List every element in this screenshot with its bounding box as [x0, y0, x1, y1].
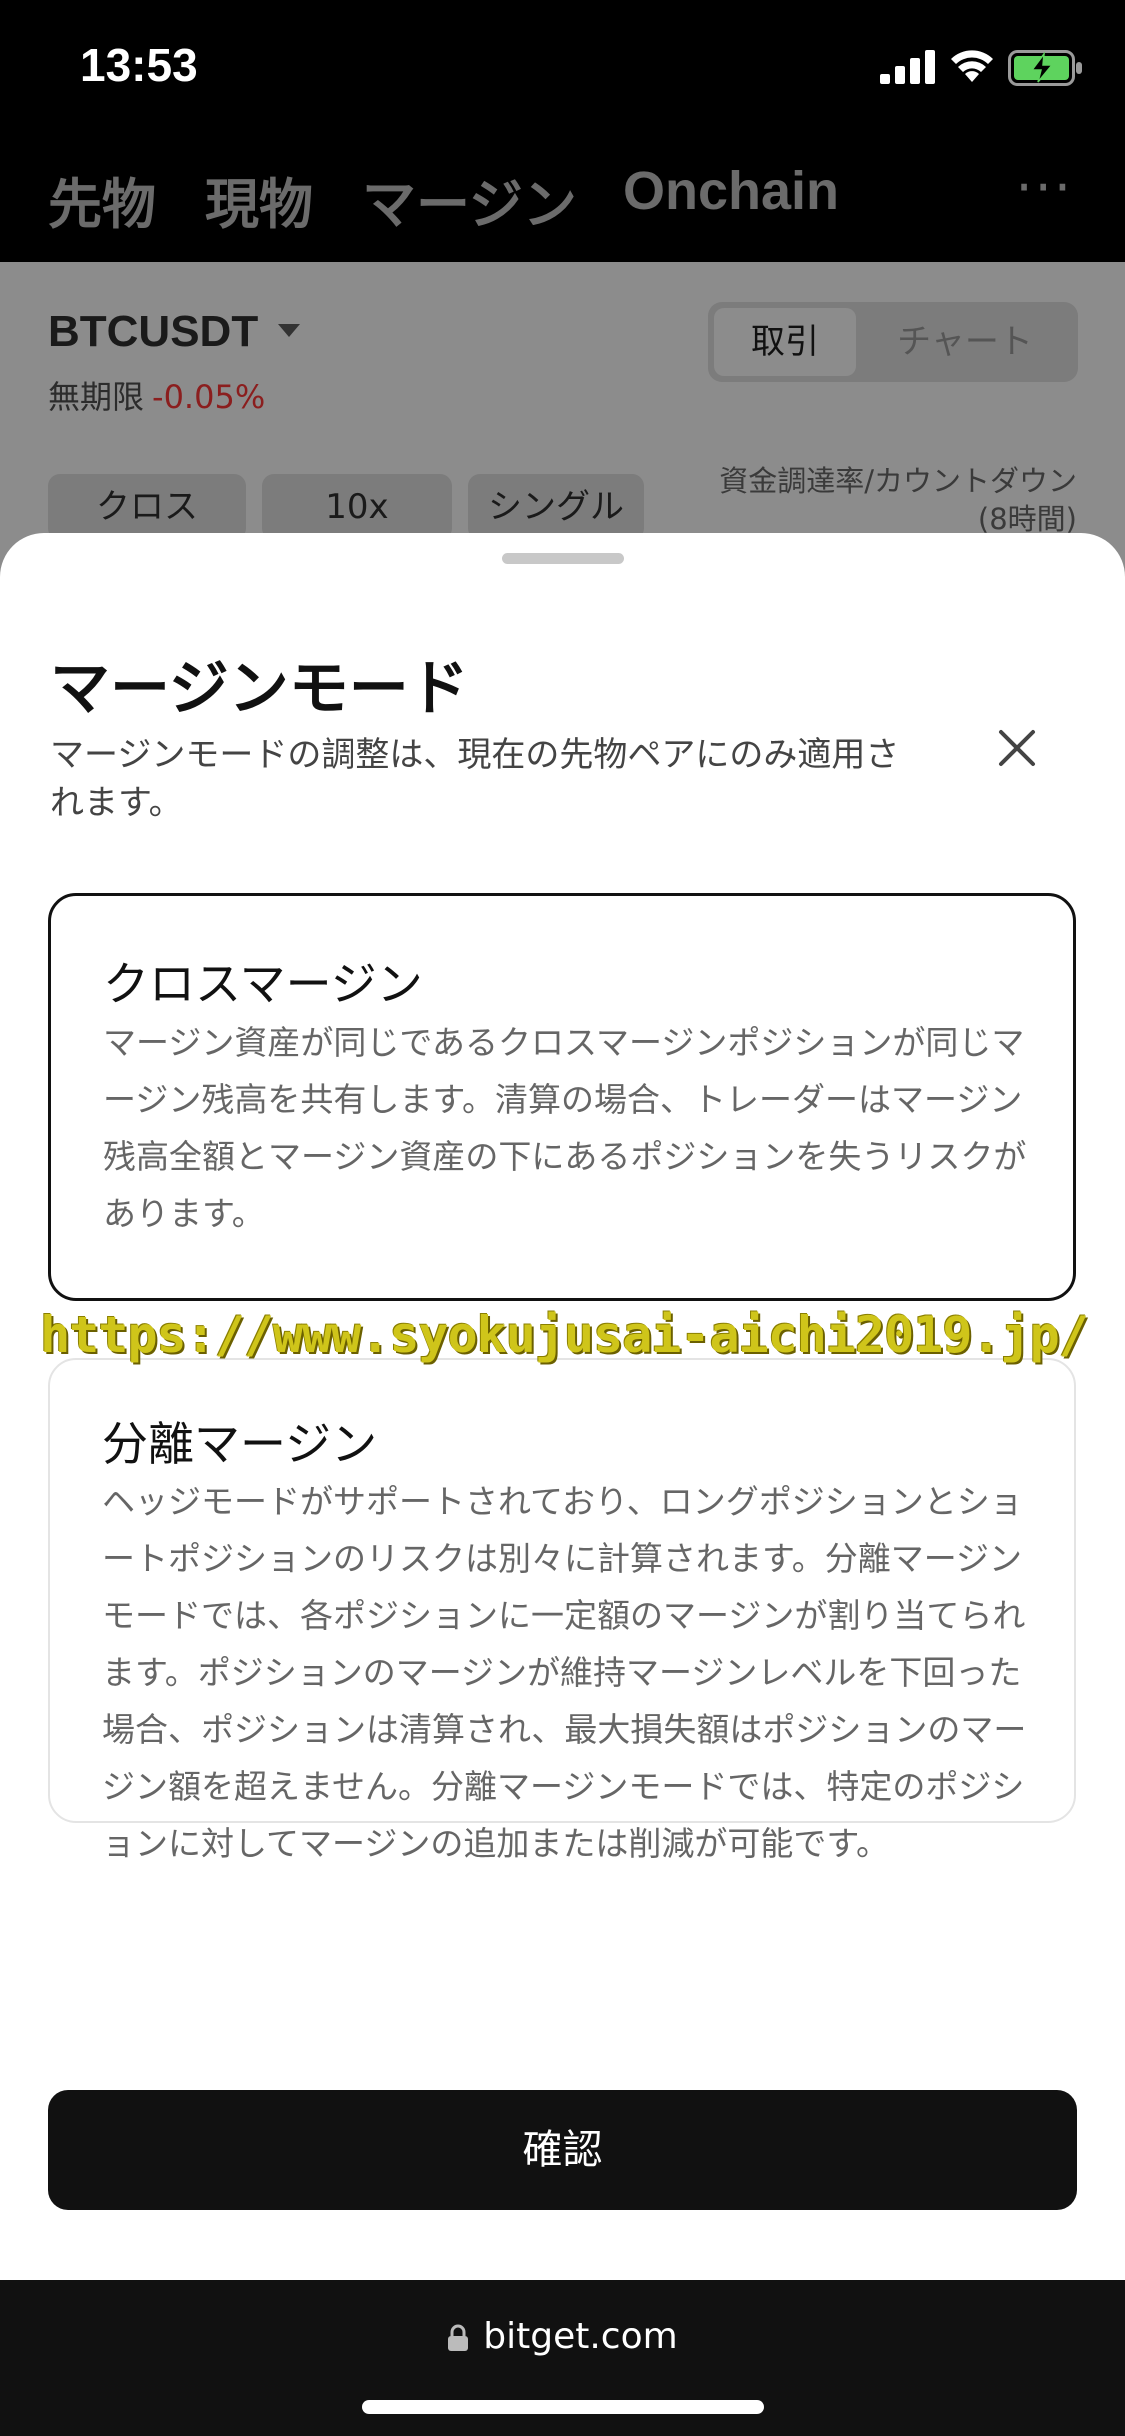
- watermark-url: https://www.syokujusai-aichi2019.jp/: [40, 1306, 1089, 1364]
- option-description: マージン資産が同じであるクロスマージンポジションが同じマージン残高を共有します。…: [103, 1023, 1027, 1233]
- url-text: bitget.com: [483, 2316, 678, 2357]
- tab-futures[interactable]: 先物: [48, 160, 156, 239]
- wifi-icon: [951, 50, 993, 82]
- pair-symbol[interactable]: BTCUSDT: [48, 307, 258, 357]
- cellular-signal-icon: [880, 50, 935, 84]
- option-title: クロスマージン: [103, 957, 423, 1011]
- tab-trade[interactable]: 取引: [714, 308, 856, 376]
- more-icon[interactable]: ···: [1016, 156, 1074, 219]
- tab-onchain[interactable]: Onchain: [623, 160, 839, 222]
- leverage-pill[interactable]: 10x: [262, 474, 452, 540]
- status-time: 13:53: [80, 39, 198, 91]
- position-mode-pill[interactable]: シングル: [468, 474, 644, 540]
- margin-mode-sheet: マージンモード マージンモードの調整は、現在の先物ペアにのみ適用されます。 クロ…: [0, 533, 1125, 2280]
- tab-spot[interactable]: 現物: [205, 160, 313, 239]
- isolated-margin-option[interactable]: 分離マージン ヘッジモードがサポートされており、ロングポジションとショートポジシ…: [48, 1358, 1076, 1863]
- option-description: ヘッジモードがサポートされており、ロングポジションとショートポジションのリスクは…: [102, 1482, 1027, 1863]
- funding-rate: 資金調達率/カウントダウン (8時間): [719, 462, 1077, 538]
- url-display[interactable]: bitget.com: [0, 2316, 1125, 2357]
- tab-chart[interactable]: チャート: [858, 302, 1072, 382]
- browser-url-bar: bitget.com: [0, 2280, 1125, 2436]
- perpetual-info: 無期限 -0.05%: [48, 372, 265, 418]
- view-toggle: 取引 チャート: [708, 302, 1078, 382]
- tab-margin[interactable]: マージン: [362, 160, 577, 239]
- status-bar: 13:53: [0, 0, 1125, 130]
- caret-down-icon[interactable]: [278, 324, 300, 337]
- market-tabs: 先物 現物 マージン Onchain ···: [0, 130, 1125, 262]
- sheet-subtitle: マージンモードの調整は、現在の先物ペアにのみ適用されます。: [50, 735, 900, 823]
- home-indicator[interactable]: [362, 2400, 764, 2414]
- funding-label: 資金調達率/カウントダウン: [719, 464, 1077, 498]
- price-change: -0.05%: [152, 378, 266, 416]
- margin-mode-pill[interactable]: クロス: [48, 474, 246, 540]
- close-icon[interactable]: [992, 723, 1042, 773]
- perpetual-label: 無期限: [48, 378, 145, 416]
- cross-margin-option[interactable]: クロスマージン マージン資産が同じであるクロスマージンポジションが同じマージン残…: [48, 893, 1076, 1301]
- option-title: 分離マージン: [102, 1417, 378, 1471]
- confirm-button[interactable]: 確認: [48, 2090, 1077, 2210]
- lock-icon: [448, 2324, 469, 2351]
- drag-handle[interactable]: [502, 553, 624, 564]
- battery-charging-icon: [1008, 50, 1082, 86]
- sheet-title: マージンモード: [50, 654, 469, 724]
